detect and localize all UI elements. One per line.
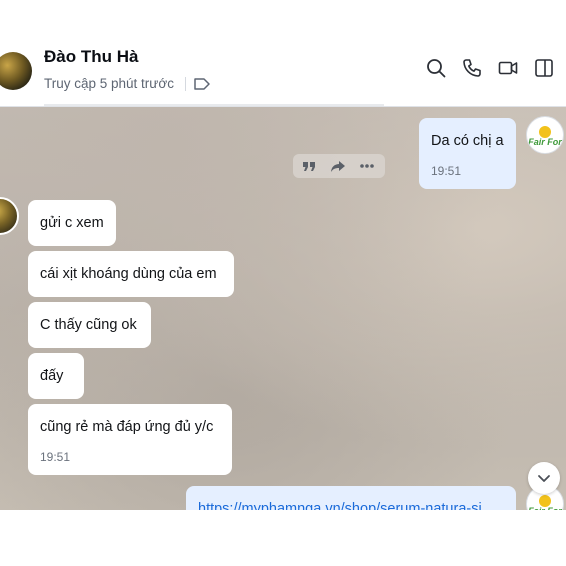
their-message-bubble[interactable]: cái xịt khoáng dùng của em <box>28 251 234 297</box>
sun-logo-icon <box>539 125 551 138</box>
message-list[interactable]: Da có chị a 19:51 Fair For gửi c xem cái… <box>0 107 566 510</box>
their-message-bubble[interactable]: đấy <box>28 353 84 399</box>
header-divider <box>185 77 186 91</box>
message-time: 19:51 <box>431 164 462 178</box>
message-time: 19:51 <box>40 450 71 464</box>
message-text: cái xịt khoáng dùng của em <box>40 266 217 282</box>
my-link-message-bubble[interactable]: https://myphamnga.vn/shop/serum-natura-s… <box>186 486 516 510</box>
brand-label: Fair For <box>528 136 562 147</box>
scroll-to-bottom-button[interactable] <box>528 462 560 494</box>
their-message-bubble[interactable]: C thấy cũng ok <box>28 302 151 348</box>
message-text: gửi c xem <box>40 215 104 231</box>
last-seen-status: Truy cập 5 phút trước <box>44 76 174 91</box>
quote-icon[interactable] <box>301 158 317 174</box>
more-icon[interactable] <box>359 158 375 174</box>
brand-label: Fair For <box>528 506 562 510</box>
tag-icon[interactable] <box>193 76 211 92</box>
sidebar-toggle-icon[interactable] <box>533 57 555 79</box>
their-message-bubble[interactable]: cũng rẻ mà đáp ứng đủ y/c 19:51 <box>28 404 232 475</box>
header-underline <box>44 104 384 106</box>
chat-header: Đào Thu Hà Truy cập 5 phút trước <box>0 0 566 107</box>
message-text: Da có chị a <box>431 133 504 149</box>
search-icon[interactable] <box>425 57 447 79</box>
message-text: đấy <box>40 368 64 384</box>
message-actions-bar <box>293 154 385 178</box>
my-message-bubble[interactable]: Da có chị a 19:51 <box>419 118 516 189</box>
contact-name[interactable]: Đào Thu Hà <box>44 47 138 67</box>
video-icon[interactable] <box>497 57 519 79</box>
contact-avatar[interactable] <box>0 52 32 90</box>
message-text: C thấy cũng ok <box>40 317 137 333</box>
my-avatar[interactable]: Fair For <box>526 116 564 154</box>
sun-logo-icon <box>539 494 551 507</box>
forward-icon[interactable] <box>330 158 346 174</box>
their-message-bubble[interactable]: gửi c xem <box>28 200 116 246</box>
chevron-down-icon <box>538 475 550 482</box>
phone-icon[interactable] <box>461 57 483 79</box>
message-link[interactable]: https://myphamnga.vn/shop/serum-natura-s… <box>198 501 482 510</box>
message-text: cũng rẻ mà đáp ứng đủ y/c <box>40 419 214 435</box>
contact-message-avatar[interactable] <box>0 197 19 235</box>
